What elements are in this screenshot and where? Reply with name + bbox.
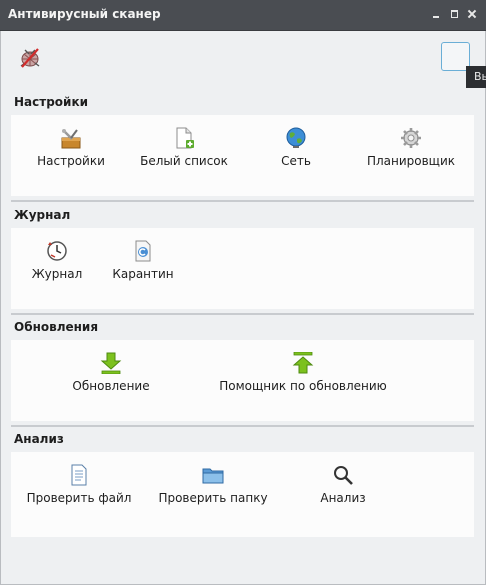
- settings-panel: Настройки Белый список Сеть Планировщик: [11, 115, 474, 196]
- check-folder-label: Проверить папку: [158, 491, 268, 505]
- journal-panel: Журнал Карантин: [11, 228, 474, 309]
- window-title: Антивирусный сканер: [8, 7, 161, 21]
- update-label: Обновление: [72, 379, 150, 393]
- network-button[interactable]: Сеть: [271, 127, 321, 177]
- download-arrow-icon: [100, 352, 122, 374]
- check-folder-button[interactable]: Проверить папку: [155, 464, 271, 514]
- update-helper-button[interactable]: Помощник по обновлению: [217, 352, 389, 402]
- antivirus-scanner-icon: [20, 48, 40, 68]
- journal-button[interactable]: Журнал: [29, 240, 85, 290]
- minimize-icon[interactable]: [431, 8, 443, 20]
- window-border-left: [0, 31, 1, 585]
- section-separator: [11, 313, 474, 315]
- update-button[interactable]: Обновление: [69, 352, 153, 402]
- analysis-panel: Проверить файл Проверить папку Анализ: [11, 452, 474, 537]
- whitelist-label: Белый список: [140, 154, 228, 168]
- folder-icon: [202, 468, 224, 484]
- section-title-updates: Обновления: [14, 320, 99, 334]
- updates-panel: Обновление Помощник по обновлению: [11, 340, 474, 421]
- settings-button[interactable]: Настройки: [33, 127, 109, 177]
- maximize-icon[interactable]: [449, 8, 461, 20]
- scheduler-label: Планировщик: [366, 154, 456, 168]
- magnifier-icon: [334, 466, 353, 485]
- section-title-settings: Настройки: [14, 95, 89, 109]
- section-separator: [11, 425, 474, 427]
- whitelist-button[interactable]: Белый список: [137, 127, 231, 177]
- text-file-icon: [71, 464, 87, 486]
- close-icon[interactable]: [466, 8, 478, 20]
- check-file-label: Проверить файл: [26, 491, 132, 505]
- clock-log-icon: [47, 241, 67, 261]
- quarantine-label: Карантин: [112, 267, 174, 281]
- document-add-icon: [176, 127, 194, 149]
- scheduler-button[interactable]: Планировщик: [361, 127, 461, 177]
- journal-label: Журнал: [31, 267, 83, 281]
- globe-icon: [286, 127, 306, 148]
- upload-arrow-icon: [292, 352, 314, 374]
- section-separator: [11, 200, 474, 202]
- settings-label: Настройки: [37, 154, 105, 168]
- quarantine-button[interactable]: Карантин: [109, 240, 177, 290]
- analysis-button[interactable]: Анализ: [313, 464, 373, 514]
- update-helper-label: Помощник по обновлению: [219, 379, 387, 393]
- analysis-label: Анализ: [320, 491, 366, 505]
- title-bar: Антивирусный сканер: [0, 0, 486, 31]
- network-label: Сеть: [281, 154, 311, 168]
- section-title-analysis: Анализ: [14, 432, 64, 446]
- section-title-journal: Журнал: [14, 208, 71, 222]
- gear-icon: [401, 128, 421, 148]
- tools-box-icon: [61, 129, 81, 149]
- check-file-button[interactable]: Проверить файл: [25, 464, 133, 514]
- quarantine-document-icon: [135, 240, 151, 262]
- tooltip: Вы: [466, 66, 486, 88]
